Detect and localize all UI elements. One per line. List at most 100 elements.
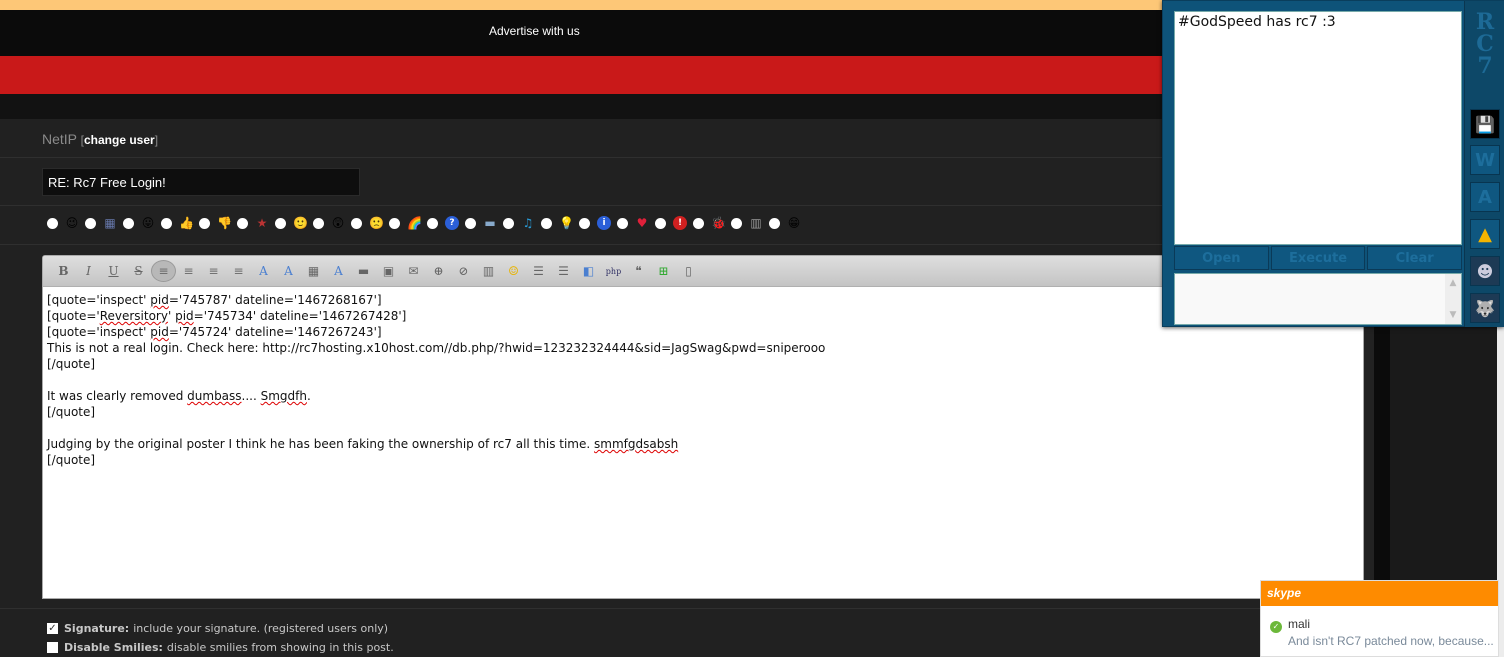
- post-icon-radio[interactable]: [503, 217, 514, 229]
- avatar-wolf-icon[interactable]: 🐺: [1470, 293, 1500, 323]
- align-center-icon[interactable]: ≡: [176, 260, 201, 282]
- misspelled-word: Reversitory: [99, 309, 168, 323]
- strikethrough-icon[interactable]: S: [126, 260, 151, 282]
- drive-icon[interactable]: ▲: [1470, 219, 1500, 249]
- advertise-link[interactable]: Advertise with us: [489, 24, 580, 38]
- signature-option[interactable]: ✓ Signature: include your signature. (re…: [47, 622, 388, 635]
- lightbulb-icon: 💡: [559, 216, 574, 230]
- signature-desc: include your signature. (registered user…: [133, 622, 389, 635]
- post-icon-option[interactable]: 🐞: [693, 216, 726, 230]
- post-icon-option[interactable]: ♫: [503, 216, 535, 230]
- output-scrollbar[interactable]: ▲ ▼: [1445, 274, 1461, 324]
- post-icon-radio[interactable]: [161, 217, 172, 229]
- post-icon-radio[interactable]: [465, 217, 476, 229]
- source-icon[interactable]: ▯: [676, 260, 701, 282]
- open-button[interactable]: Open: [1174, 246, 1269, 270]
- insert-emoticon-icon[interactable]: ☺: [501, 260, 526, 282]
- post-icon-option[interactable]: 😛: [123, 216, 155, 230]
- justify-icon[interactable]: ≡: [226, 260, 251, 282]
- align-left-icon[interactable]: ≡: [151, 260, 176, 282]
- post-icon-radio[interactable]: [351, 217, 362, 229]
- font-size-icon[interactable]: A: [276, 260, 301, 282]
- signature-checkbox[interactable]: ✓: [47, 623, 58, 634]
- disable-smilies-option[interactable]: Disable Smilies: disable smilies from sh…: [47, 641, 394, 654]
- post-icon-option[interactable]: 🙂: [275, 216, 308, 230]
- post-icon-radio[interactable]: [617, 217, 628, 229]
- execute-button[interactable]: Execute: [1270, 246, 1366, 270]
- post-icon-radio[interactable]: [389, 217, 400, 229]
- post-icon-option[interactable]: 🙁: [351, 216, 384, 230]
- italic-icon[interactable]: I: [76, 260, 101, 282]
- clear-button[interactable]: Clear: [1367, 246, 1463, 270]
- post-icon-radio[interactable]: [85, 217, 96, 229]
- quote-icon[interactable]: ❝: [626, 260, 651, 282]
- post-icon-option[interactable]: i: [579, 216, 611, 230]
- text-segment: .: [307, 389, 311, 403]
- unlink-icon[interactable]: ⊘: [451, 260, 476, 282]
- change-user-link[interactable]: change user: [84, 133, 155, 147]
- editor-line: [/quote]: [47, 452, 1359, 468]
- post-icon-radio[interactable]: [313, 217, 324, 229]
- post-icon-radio[interactable]: [693, 217, 704, 229]
- php-icon[interactable]: php: [601, 260, 626, 282]
- post-icon-option[interactable]: !: [655, 216, 687, 230]
- post-icon-option[interactable]: ▦: [85, 216, 117, 230]
- post-icon-radio[interactable]: [541, 217, 552, 229]
- post-icon-option[interactable]: ?: [427, 216, 459, 230]
- bullet-list-icon[interactable]: ☰: [526, 260, 551, 282]
- text-segment: [quote=': [47, 309, 100, 323]
- insert-link-icon[interactable]: ⊕: [426, 260, 451, 282]
- insert-image-icon[interactable]: ▣: [376, 260, 401, 282]
- subject-input[interactable]: [42, 168, 360, 196]
- save-icon[interactable]: 💾: [1470, 109, 1500, 139]
- output-console[interactable]: ▲ ▼: [1174, 273, 1462, 325]
- post-icon-radio[interactable]: [275, 217, 286, 229]
- ordered-list-icon[interactable]: ☰: [551, 260, 576, 282]
- post-icon-option[interactable]: 💡: [541, 216, 574, 230]
- film-icon: ▦: [104, 216, 116, 230]
- post-icon-radio[interactable]: [655, 217, 666, 229]
- color-icon[interactable]: ▦: [301, 260, 326, 282]
- text-segment: ....: [241, 389, 261, 403]
- post-icon-radio[interactable]: [579, 217, 590, 229]
- scroll-up-icon[interactable]: ▲: [1450, 278, 1457, 288]
- a-icon[interactable]: A: [1470, 182, 1500, 212]
- insert-video-icon[interactable]: ▥: [476, 260, 501, 282]
- post-icon-option[interactable]: 😁: [769, 216, 801, 230]
- font-icon[interactable]: A: [251, 260, 276, 282]
- horizontal-rule-icon[interactable]: ▬: [351, 260, 376, 282]
- post-icon-radio[interactable]: [199, 217, 210, 229]
- insert-email-icon[interactable]: ✉: [401, 260, 426, 282]
- text-segment: [/quote]: [47, 405, 96, 419]
- post-icon-radio[interactable]: [237, 217, 248, 229]
- post-icon-list: 😉 ▦ 😛 👍 👎 ★ 🙂 😲 🙁 🌈? ▬ ♫ 💡 i ♥! 🐞 ▥ 😁: [47, 216, 807, 230]
- post-icon-option[interactable]: ▬: [465, 216, 497, 230]
- maximize-icon[interactable]: ⊞: [651, 260, 676, 282]
- post-icon-radio[interactable]: [731, 217, 742, 229]
- align-right-icon[interactable]: ≡: [201, 260, 226, 282]
- post-icon-option[interactable]: ▥: [731, 216, 763, 230]
- disable-smilies-checkbox[interactable]: [47, 642, 58, 653]
- post-icon-radio[interactable]: [769, 217, 780, 229]
- post-icon-radio[interactable]: [427, 217, 438, 229]
- w-icon[interactable]: W: [1470, 145, 1500, 175]
- post-icon-option[interactable]: 👎: [199, 216, 232, 230]
- underline-icon[interactable]: U: [101, 260, 126, 282]
- bold-icon[interactable]: B: [51, 260, 76, 282]
- post-icon-radio[interactable]: [47, 217, 58, 229]
- post-icon-option[interactable]: ♥: [617, 216, 649, 230]
- info-icon: i: [597, 216, 611, 230]
- post-icon-option[interactable]: 🌈: [389, 216, 422, 230]
- post-icon-option[interactable]: 😉: [47, 216, 79, 230]
- code-icon[interactable]: ◧: [576, 260, 601, 282]
- post-icon-option[interactable]: 😲: [313, 216, 345, 230]
- script-editor[interactable]: #GodSpeed has rc7 :3: [1174, 11, 1462, 245]
- avatar-anime-icon[interactable]: ☻: [1470, 256, 1500, 286]
- post-icon-radio[interactable]: [123, 217, 134, 229]
- post-icon-option[interactable]: ★: [237, 216, 269, 230]
- rc7-sidebar: RC7 💾 W A ▲ ☻ 🐺: [1464, 1, 1504, 327]
- scroll-down-icon[interactable]: ▼: [1450, 310, 1457, 320]
- skype-notification[interactable]: skype ✓ mali And isn't RC7 patched now, …: [1260, 580, 1499, 657]
- post-icon-option[interactable]: 👍: [161, 216, 194, 230]
- remove-format-icon[interactable]: A: [326, 260, 351, 282]
